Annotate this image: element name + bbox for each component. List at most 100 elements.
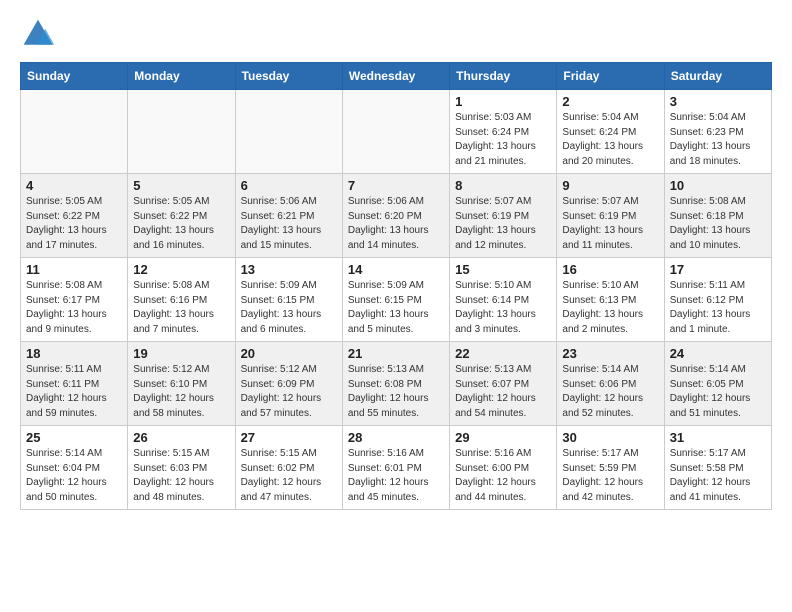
calendar-day-cell: 10 Sunrise: 5:08 AMSunset: 6:18 PMDayligh… [664, 174, 771, 258]
day-number: 11 [26, 262, 122, 277]
weekday-header: Thursday [450, 63, 557, 90]
calendar-day-cell: 24 Sunrise: 5:14 AMSunset: 6:05 PMDayligh… [664, 342, 771, 426]
calendar-day-cell: 22 Sunrise: 5:13 AMSunset: 6:07 PMDayligh… [450, 342, 557, 426]
calendar-day-cell: 29 Sunrise: 5:16 AMSunset: 6:00 PMDayligh… [450, 426, 557, 510]
day-info: Sunrise: 5:12 AMSunset: 6:09 PMDaylight:… [241, 363, 337, 421]
day-info: Sunrise: 5:14 AMSunset: 6:04 PMDaylight:… [26, 447, 122, 505]
day-number: 15 [455, 262, 551, 277]
header [20, 16, 772, 52]
day-number: 6 [241, 178, 337, 193]
page: SundayMondayTuesdayWednesdayThursdayFrid… [0, 0, 792, 526]
weekday-header: Monday [128, 63, 235, 90]
day-number: 17 [670, 262, 766, 277]
calendar-day-cell: 26Sunrise: 5:15 AMSunset: 6:03 PMDayligh… [128, 426, 235, 510]
day-info: Sunrise: 5:14 AMSunset: 6:06 PMDaylight:… [562, 363, 658, 421]
day-info: Sunrise: 5:06 AMSunset: 6:21 PMDaylight:… [241, 195, 337, 253]
calendar-day-cell: 6 Sunrise: 5:06 AMSunset: 6:21 PMDaylight… [235, 174, 342, 258]
day-info: Sunrise: 5:04 AMSunset: 6:23 PMDaylight:… [670, 111, 766, 169]
day-info: Sunrise: 5:05 AMSunset: 6:22 PMDaylight:… [133, 195, 229, 253]
calendar-day-cell: 15Sunrise: 5:10 AMSunset: 6:14 PMDayligh… [450, 258, 557, 342]
calendar-day-cell: 16 Sunrise: 5:10 AMSunset: 6:13 PMDayligh… [557, 258, 664, 342]
day-number: 26 [133, 430, 229, 445]
day-number: 1 [455, 94, 551, 109]
calendar-day-cell: 30Sunrise: 5:17 AMSunset: 5:59 PMDayligh… [557, 426, 664, 510]
logo-icon [20, 16, 56, 52]
calendar-day-cell: 9 Sunrise: 5:07 AMSunset: 6:19 PMDaylight… [557, 174, 664, 258]
calendar-day-cell: 11Sunrise: 5:08 AMSunset: 6:17 PMDayligh… [21, 258, 128, 342]
day-info: Sunrise: 5:08 AMSunset: 6:18 PMDaylight:… [670, 195, 766, 253]
day-number: 12 [133, 262, 229, 277]
weekday-header: Wednesday [342, 63, 449, 90]
calendar-day-cell: 2 Sunrise: 5:04 AMSunset: 6:24 PMDaylight… [557, 90, 664, 174]
day-info: Sunrise: 5:13 AMSunset: 6:08 PMDaylight:… [348, 363, 444, 421]
calendar-day-cell: 18 Sunrise: 5:11 AMSunset: 6:11 PMDayligh… [21, 342, 128, 426]
day-number: 31 [670, 430, 766, 445]
day-number: 27 [241, 430, 337, 445]
calendar-header-row: SundayMondayTuesdayWednesdayThursdayFrid… [21, 63, 772, 90]
calendar-day-cell: 12 Sunrise: 5:08 AMSunset: 6:16 PMDayligh… [128, 258, 235, 342]
calendar-day-cell: 28 Sunrise: 5:16 AMSunset: 6:01 PMDayligh… [342, 426, 449, 510]
day-number: 4 [26, 178, 122, 193]
day-info: Sunrise: 5:15 AMSunset: 6:02 PMDaylight:… [241, 447, 337, 505]
day-number: 22 [455, 346, 551, 361]
day-info: Sunrise: 5:10 AMSunset: 6:13 PMDaylight:… [562, 279, 658, 337]
day-number: 9 [562, 178, 658, 193]
calendar-day-cell: 17Sunrise: 5:11 AMSunset: 6:12 PMDayligh… [664, 258, 771, 342]
day-info: Sunrise: 5:05 AMSunset: 6:22 PMDaylight:… [26, 195, 122, 253]
day-number: 14 [348, 262, 444, 277]
calendar-day-cell: 3Sunrise: 5:04 AMSunset: 6:23 PMDaylight… [664, 90, 771, 174]
day-info: Sunrise: 5:03 AMSunset: 6:24 PMDaylight:… [455, 111, 551, 169]
day-number: 24 [670, 346, 766, 361]
day-number: 20 [241, 346, 337, 361]
calendar-week-row: 4 Sunrise: 5:05 AMSunset: 6:22 PMDaylight… [21, 174, 772, 258]
day-info: Sunrise: 5:09 AMSunset: 6:15 PMDaylight:… [241, 279, 337, 337]
day-info: Sunrise: 5:16 AMSunset: 6:01 PMDaylight:… [348, 447, 444, 505]
weekday-header: Sunday [21, 63, 128, 90]
day-number: 19 [133, 346, 229, 361]
day-number: 30 [562, 430, 658, 445]
calendar-day-cell: 14 Sunrise: 5:09 AMSunset: 6:15 PMDayligh… [342, 258, 449, 342]
day-number: 18 [26, 346, 122, 361]
calendar-day-cell: 4 Sunrise: 5:05 AMSunset: 6:22 PMDaylight… [21, 174, 128, 258]
day-info: Sunrise: 5:14 AMSunset: 6:05 PMDaylight:… [670, 363, 766, 421]
day-info: Sunrise: 5:11 AMSunset: 6:11 PMDaylight:… [26, 363, 122, 421]
day-info: Sunrise: 5:08 AMSunset: 6:16 PMDaylight:… [133, 279, 229, 337]
weekday-header: Saturday [664, 63, 771, 90]
day-number: 21 [348, 346, 444, 361]
day-info: Sunrise: 5:04 AMSunset: 6:24 PMDaylight:… [562, 111, 658, 169]
calendar-day-cell: 20 Sunrise: 5:12 AMSunset: 6:09 PMDayligh… [235, 342, 342, 426]
weekday-header: Tuesday [235, 63, 342, 90]
day-number: 8 [455, 178, 551, 193]
calendar-week-row: 25 Sunrise: 5:14 AMSunset: 6:04 PMDayligh… [21, 426, 772, 510]
day-number: 5 [133, 178, 229, 193]
calendar-day-cell [128, 90, 235, 174]
day-info: Sunrise: 5:07 AMSunset: 6:19 PMDaylight:… [455, 195, 551, 253]
day-number: 25 [26, 430, 122, 445]
day-number: 16 [562, 262, 658, 277]
day-info: Sunrise: 5:06 AMSunset: 6:20 PMDaylight:… [348, 195, 444, 253]
day-number: 7 [348, 178, 444, 193]
calendar-day-cell: 31 Sunrise: 5:17 AMSunset: 5:58 PMDayligh… [664, 426, 771, 510]
day-number: 29 [455, 430, 551, 445]
calendar-day-cell [235, 90, 342, 174]
day-info: Sunrise: 5:07 AMSunset: 6:19 PMDaylight:… [562, 195, 658, 253]
day-info: Sunrise: 5:16 AMSunset: 6:00 PMDaylight:… [455, 447, 551, 505]
calendar-day-cell [21, 90, 128, 174]
day-info: Sunrise: 5:17 AMSunset: 5:58 PMDaylight:… [670, 447, 766, 505]
calendar-week-row: 11Sunrise: 5:08 AMSunset: 6:17 PMDayligh… [21, 258, 772, 342]
calendar-table: SundayMondayTuesdayWednesdayThursdayFrid… [20, 62, 772, 510]
day-number: 2 [562, 94, 658, 109]
logo [20, 16, 62, 52]
day-number: 23 [562, 346, 658, 361]
day-number: 13 [241, 262, 337, 277]
calendar-week-row: 18 Sunrise: 5:11 AMSunset: 6:11 PMDayligh… [21, 342, 772, 426]
day-info: Sunrise: 5:13 AMSunset: 6:07 PMDaylight:… [455, 363, 551, 421]
calendar-day-cell: 8 Sunrise: 5:07 AMSunset: 6:19 PMDaylight… [450, 174, 557, 258]
day-info: Sunrise: 5:09 AMSunset: 6:15 PMDaylight:… [348, 279, 444, 337]
calendar-day-cell: 21 Sunrise: 5:13 AMSunset: 6:08 PMDayligh… [342, 342, 449, 426]
weekday-header: Friday [557, 63, 664, 90]
day-number: 28 [348, 430, 444, 445]
calendar-day-cell: 27 Sunrise: 5:15 AMSunset: 6:02 PMDayligh… [235, 426, 342, 510]
day-number: 10 [670, 178, 766, 193]
day-info: Sunrise: 5:12 AMSunset: 6:10 PMDaylight:… [133, 363, 229, 421]
